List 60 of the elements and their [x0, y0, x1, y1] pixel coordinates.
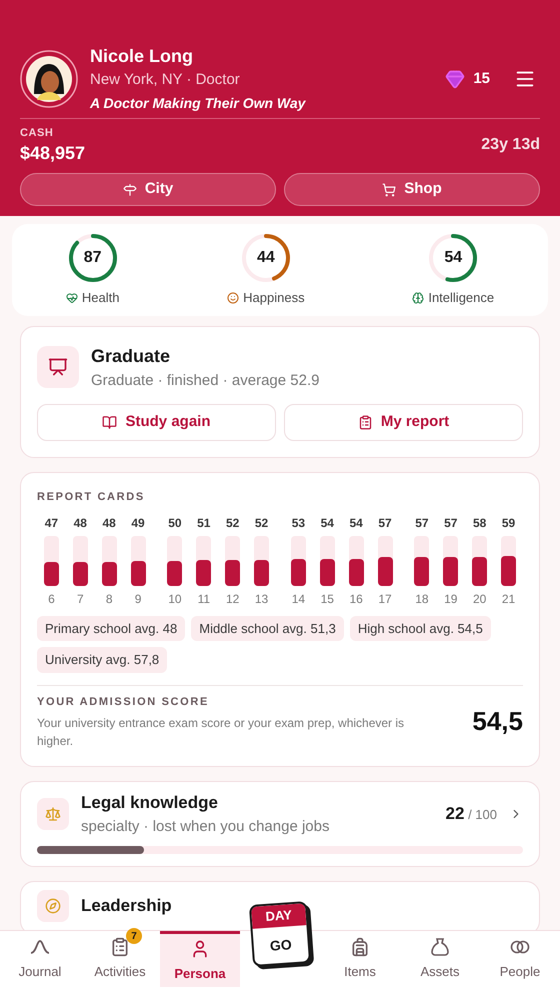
- bar-label: 6: [48, 590, 55, 608]
- education-subtitle: Graduate · finished · average 52.9: [91, 370, 320, 390]
- admission-score: 54,5: [472, 705, 523, 738]
- bar-value: 49: [131, 514, 145, 532]
- bar-label: 7: [76, 590, 84, 608]
- stat-label: Health: [82, 289, 120, 307]
- average-tag: University avg. 57,8: [37, 647, 168, 672]
- bar-label: 16: [350, 590, 363, 608]
- bar-label: 17: [378, 590, 392, 608]
- bar-value: 57: [444, 514, 458, 532]
- bar-label: 20: [473, 590, 486, 608]
- bar-label: 21: [502, 590, 516, 608]
- count-badge: 7: [126, 928, 142, 944]
- bar-label: 19: [444, 590, 458, 608]
- stat-label: Happiness: [243, 289, 305, 307]
- bar-label: 14: [292, 590, 306, 608]
- bar-label: 18: [415, 590, 429, 608]
- profile-subtitle: New York, NY · Doctor: [90, 70, 241, 90]
- bar-label: 10: [168, 590, 182, 608]
- average-tag: High school avg. 54,5: [350, 616, 491, 641]
- bar-label: 13: [254, 590, 268, 608]
- bar-value: 52: [226, 514, 240, 532]
- stat-value: 44: [257, 250, 275, 266]
- bar-label: 8: [106, 590, 113, 608]
- bar-value: 54: [350, 514, 363, 532]
- average-tag: Primary school avg. 48: [37, 616, 186, 641]
- bar-label: 12: [226, 590, 240, 608]
- bar-value: 57: [378, 514, 392, 532]
- stat-value: 87: [84, 250, 102, 266]
- bar-value: 51: [197, 514, 210, 532]
- bar-label: 9: [134, 590, 142, 608]
- bar-value: 48: [74, 514, 87, 532]
- profile-tagline: A Doctor Making Their Own Way: [90, 94, 307, 113]
- bar-value: 54: [320, 514, 334, 532]
- stat-value: 54: [444, 250, 462, 266]
- cash-amount: $48,957: [20, 142, 86, 165]
- profile-name: Nicole Long: [90, 45, 194, 68]
- skill-score: 22 / 100: [446, 803, 497, 826]
- admission-text: Your university entrance exam score or your exam prep, whichever is higher.: [37, 715, 406, 750]
- bar-value: 50: [168, 514, 182, 532]
- bar-value: 53: [292, 514, 306, 532]
- average-tag: Middle school avg. 51,3: [191, 616, 344, 641]
- section-title: YOUR ADMISSION SCORE: [37, 694, 210, 710]
- bar-value: 52: [254, 514, 268, 532]
- gem-count: 15: [473, 68, 490, 89]
- skill-title: Legal knowledge: [81, 792, 218, 814]
- age-text: 23y 13d: [481, 135, 540, 155]
- bar-value: 59: [502, 514, 516, 532]
- bar-label: 11: [198, 590, 210, 608]
- bar-value: 58: [473, 514, 486, 532]
- section-title: REPORT CARDS: [37, 490, 146, 505]
- skill-subtitle: specialty · lost when you change jobs: [81, 816, 330, 836]
- bar-value: 47: [44, 514, 58, 532]
- bar-label: 15: [320, 590, 334, 608]
- stat-label: Intelligence: [428, 289, 494, 307]
- bar-value: 57: [415, 514, 429, 532]
- cash-label: CASH: [20, 126, 54, 141]
- skill-title: Leadership: [81, 895, 172, 918]
- bar-value: 48: [102, 514, 116, 532]
- education-title: Graduate: [91, 344, 172, 368]
